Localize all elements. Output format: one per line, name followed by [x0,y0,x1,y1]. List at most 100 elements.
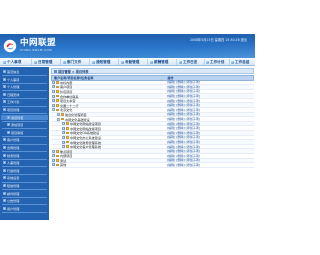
row-actions[interactable]: [编辑] [删除] [添加子项] [167,99,253,103]
sidebar-item[interactable]: 邮件管理 [1,191,48,196]
sidebar-item-label: 财务管理 [7,153,20,158]
sidebar-item[interactable]: 合同管理 [1,145,48,150]
nav-divider [204,59,205,65]
folder-icon [61,117,64,121]
expand-icon[interactable]: + [52,94,55,98]
nav-item-daily[interactable]: 日常管理 [34,58,52,66]
nav-bullet-icon [92,60,95,64]
expand-icon[interactable]: + [52,103,55,107]
row-actions[interactable]: [编辑] [删除] [添加子项] [167,85,253,89]
nav-item-attendance[interactable]: 考勤管理 [121,58,139,66]
row-actions[interactable]: [编辑] [删除] [添加子项] [167,80,253,84]
menu-icon [3,161,6,165]
row-actions[interactable]: [编辑] [删除] [添加子项] [167,149,253,153]
nav-bullet-icon [34,60,37,64]
row-actions[interactable]: [编辑] [删除] [添加子项] [167,103,253,107]
nav-item-work-summary[interactable]: 工作总结 [231,58,249,66]
menu-icon [3,184,6,187]
main-panel: 项目管理 > 项目列表 客户名称/项目名称/任务名称 操作 + 中标内部 [编辑] … [50,67,255,220]
nav-item-notices[interactable]: 通知管理 [92,58,110,66]
folder-icon [66,122,69,125]
expand-icon[interactable]: + [52,158,55,162]
menu-icon [3,206,6,210]
menu-icon [3,153,6,157]
folder-icon [66,136,69,139]
sidebar-item[interactable]: 个人事项 [1,77,48,82]
expand-icon[interactable]: + [52,149,55,153]
nav-item-salary[interactable]: 薪酬管理 [150,58,168,66]
row-actions[interactable]: [编辑] [删除] [添加子项] [167,131,253,135]
collapse-icon[interactable]: - [57,117,60,121]
sidebar-item[interactable]: 个人管理 [1,84,48,89]
sidebar-divider [2,212,47,213]
sidebar-item-label: 项目审核 [11,130,24,135]
sidebar-item[interactable]: 公告管理 [1,198,48,203]
expand-icon[interactable]: + [62,131,65,135]
row-actions[interactable]: [编辑] [删除] [添加子项] [167,108,253,112]
sidebar-item[interactable]: 客户管理 [1,137,48,142]
row-actions[interactable]: [编辑] [删除] [添加子项] [167,89,253,93]
sidebar-item[interactable]: 短信管理 [1,183,48,188]
sidebar-item-label: 邮件管理 [7,191,20,196]
collapse-icon[interactable]: - [57,112,60,116]
row-actions[interactable]: [编辑] [删除] [添加子项] [167,158,253,162]
sidebar-item[interactable]: 添加项目 [1,122,48,127]
datetime-text: 2008年5月15日 星期四 15:30:26 退出 [189,38,247,42]
folder-icon [56,159,59,162]
nav-divider [147,59,148,65]
expand-icon[interactable]: + [52,85,55,89]
row-actions[interactable]: [编辑] [删除] [添加子项] [167,126,253,130]
sidebar-item[interactable]: 人事管理 [1,160,48,165]
sidebar-item[interactable]: 工作计划 [1,99,48,104]
sidebar-item[interactable]: 日程安排 [1,92,48,97]
sidebar-item[interactable]: 系统设置 [1,175,48,180]
row-actions[interactable]: [编辑] [删除] [添加子项] [167,112,253,116]
expand-icon[interactable]: + [52,80,55,84]
row-actions[interactable]: [编辑] [删除] [添加子项] [167,140,253,144]
folder-icon [56,85,59,89]
nav-item-personal[interactable]: 个人事项 [3,58,21,66]
expand-icon[interactable]: + [62,122,65,126]
folder-icon [56,90,59,93]
folder-icon [56,154,59,158]
expand-icon[interactable]: + [62,140,65,144]
expand-icon[interactable]: + [52,99,55,103]
sidebar-item[interactable]: 行政管理 [1,168,48,173]
nav-bullet-icon [63,60,66,64]
sidebar-item[interactable]: 项目管理 [1,107,48,112]
row-actions[interactable]: [编辑] [删除] [添加子项] [167,154,253,158]
expand-icon[interactable]: + [52,89,55,93]
sidebar-item[interactable]: 项目审核 [1,130,48,135]
nav-item-work-log[interactable]: 工作日志 [179,58,197,66]
collapse-icon[interactable]: - [52,108,55,112]
nav-bullet-icon [121,60,124,64]
sidebar-item[interactable]: 用户管理 [1,206,48,211]
sidebar-item-label: 公告管理 [7,199,20,204]
row-actions[interactable]: [编辑] [删除] [添加子项] [167,135,253,139]
sidebar-item-label: 日程安排 [7,92,20,97]
table-row: + 其他 [编辑] [删除] [添加子项] [51,163,254,168]
menu-icon [3,77,6,81]
expand-icon[interactable]: + [52,154,55,158]
nav-item-work-plan[interactable]: 工作计划 [206,58,224,66]
expand-icon[interactable]: + [62,135,65,139]
menu-icon [3,85,6,89]
logo-icon [3,39,17,53]
project-name[interactable]: 其他 [60,162,66,167]
row-actions[interactable]: [编辑] [删除] [添加子项] [167,94,253,98]
nav-bullet-icon [206,60,209,64]
sidebar-item[interactable]: 财务管理 [1,153,48,158]
row-actions[interactable]: [编辑] [删除] [添加子项] [167,145,253,149]
folder-icon [66,126,69,130]
bullet-icon [7,130,10,134]
sidebar-item[interactable]: 首页信息 [1,69,48,74]
row-actions[interactable]: [编辑] [删除] [添加子项] [167,163,253,167]
nav-item-department-files[interactable]: 部门文件 [63,58,81,66]
row-actions[interactable]: [编辑] [删除] [添加子项] [167,117,253,121]
expand-icon[interactable]: + [52,163,55,167]
expand-icon[interactable]: + [62,126,65,130]
expand-icon[interactable]: + [62,145,65,149]
logo-title: 中网联盟 [20,38,56,48]
row-actions[interactable]: [编辑] [删除] [添加子项] [167,122,253,126]
sidebar-item[interactable]: 项目列表 [1,114,48,120]
